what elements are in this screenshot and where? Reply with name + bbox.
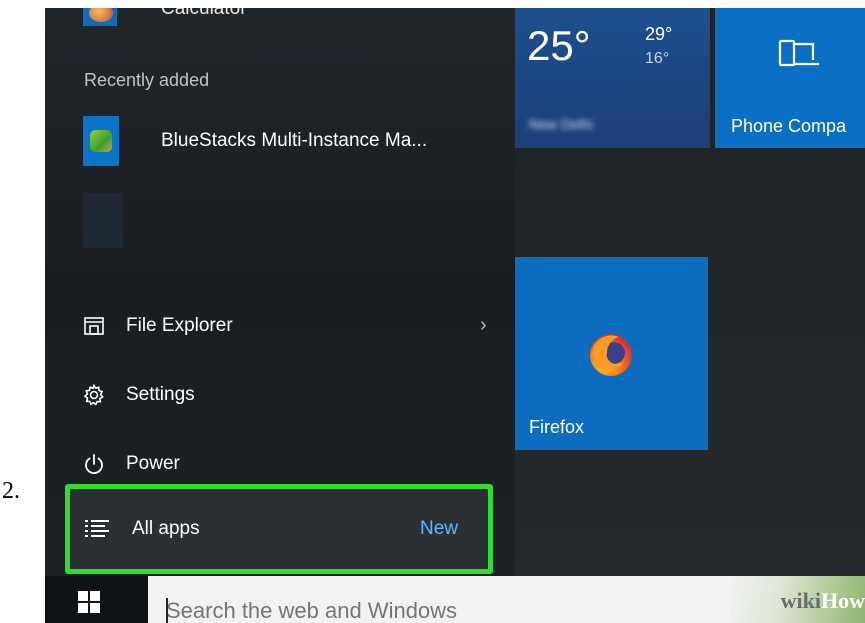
weather-high-temp: 29° <box>645 24 673 44</box>
watermark-text-b: How <box>821 588 865 613</box>
gear-icon <box>82 383 106 407</box>
firefox-tile[interactable]: Firefox <box>515 257 708 450</box>
search-box[interactable]: wikiHow <box>148 576 865 623</box>
recent-app-bluestacks[interactable]: BlueStacks Multi-Instance Ma... <box>83 111 427 171</box>
windows-logo-icon[interactable] <box>77 590 101 614</box>
start-menu-screen: Calculator Recently added BlueStacks Mul… <box>45 8 865 623</box>
phone-companion-label: Phone Compa <box>731 116 847 136</box>
nav-file-explorer-label: File Explorer <box>126 315 233 336</box>
firefox-icon <box>585 327 637 384</box>
text-caret <box>166 598 168 623</box>
blurred-app-icon <box>83 193 123 248</box>
recent-app-label: BlueStacks Multi-Instance Ma... <box>161 130 428 151</box>
nav-file-explorer[interactable]: File Explorer › <box>82 306 487 346</box>
new-badge: New <box>419 518 458 539</box>
taskbar: wikiHow <box>45 576 865 623</box>
search-input[interactable] <box>166 598 666 623</box>
phone-laptop-icon <box>777 36 821 77</box>
tiles-pane: 25° 29° 16° New Delhi Phone Compa Firefo… <box>515 8 865 576</box>
start-menu-left-pane: Calculator Recently added BlueStacks Mul… <box>45 8 515 576</box>
watermark-logo: wikiHow <box>781 588 865 614</box>
all-apps-button[interactable]: All apps New <box>65 484 493 574</box>
recently-added-heading: Recently added <box>84 70 210 90</box>
nav-power[interactable]: Power <box>82 444 462 484</box>
firefox-label: Firefox <box>529 417 585 437</box>
weather-low-temp: 16° <box>645 50 670 67</box>
app-calculator[interactable]: Calculator <box>83 8 473 31</box>
nav-settings[interactable]: Settings <box>82 375 462 415</box>
folder-icon <box>82 314 106 338</box>
weather-tile[interactable]: 25° 29° 16° New Delhi <box>515 8 710 148</box>
app-calculator-label: Calculator <box>161 8 247 19</box>
chevron-right-icon[interactable]: › <box>480 314 487 337</box>
weather-city: New Delhi <box>529 116 593 132</box>
phone-companion-tile[interactable]: Phone Compa <box>715 8 865 148</box>
step-number: 2. <box>2 478 20 504</box>
weather-current-temp: 25° <box>527 22 591 69</box>
nav-settings-label: Settings <box>126 384 195 405</box>
all-apps-label: All apps <box>132 518 200 539</box>
calculator-icon <box>83 8 117 26</box>
watermark-text-a: wiki <box>780 588 821 613</box>
bluestacks-icon <box>83 116 119 166</box>
nav-power-label: Power <box>126 453 180 474</box>
watermark-background: wikiHow <box>730 576 865 623</box>
list-icon <box>84 516 110 542</box>
power-icon <box>82 452 106 476</box>
